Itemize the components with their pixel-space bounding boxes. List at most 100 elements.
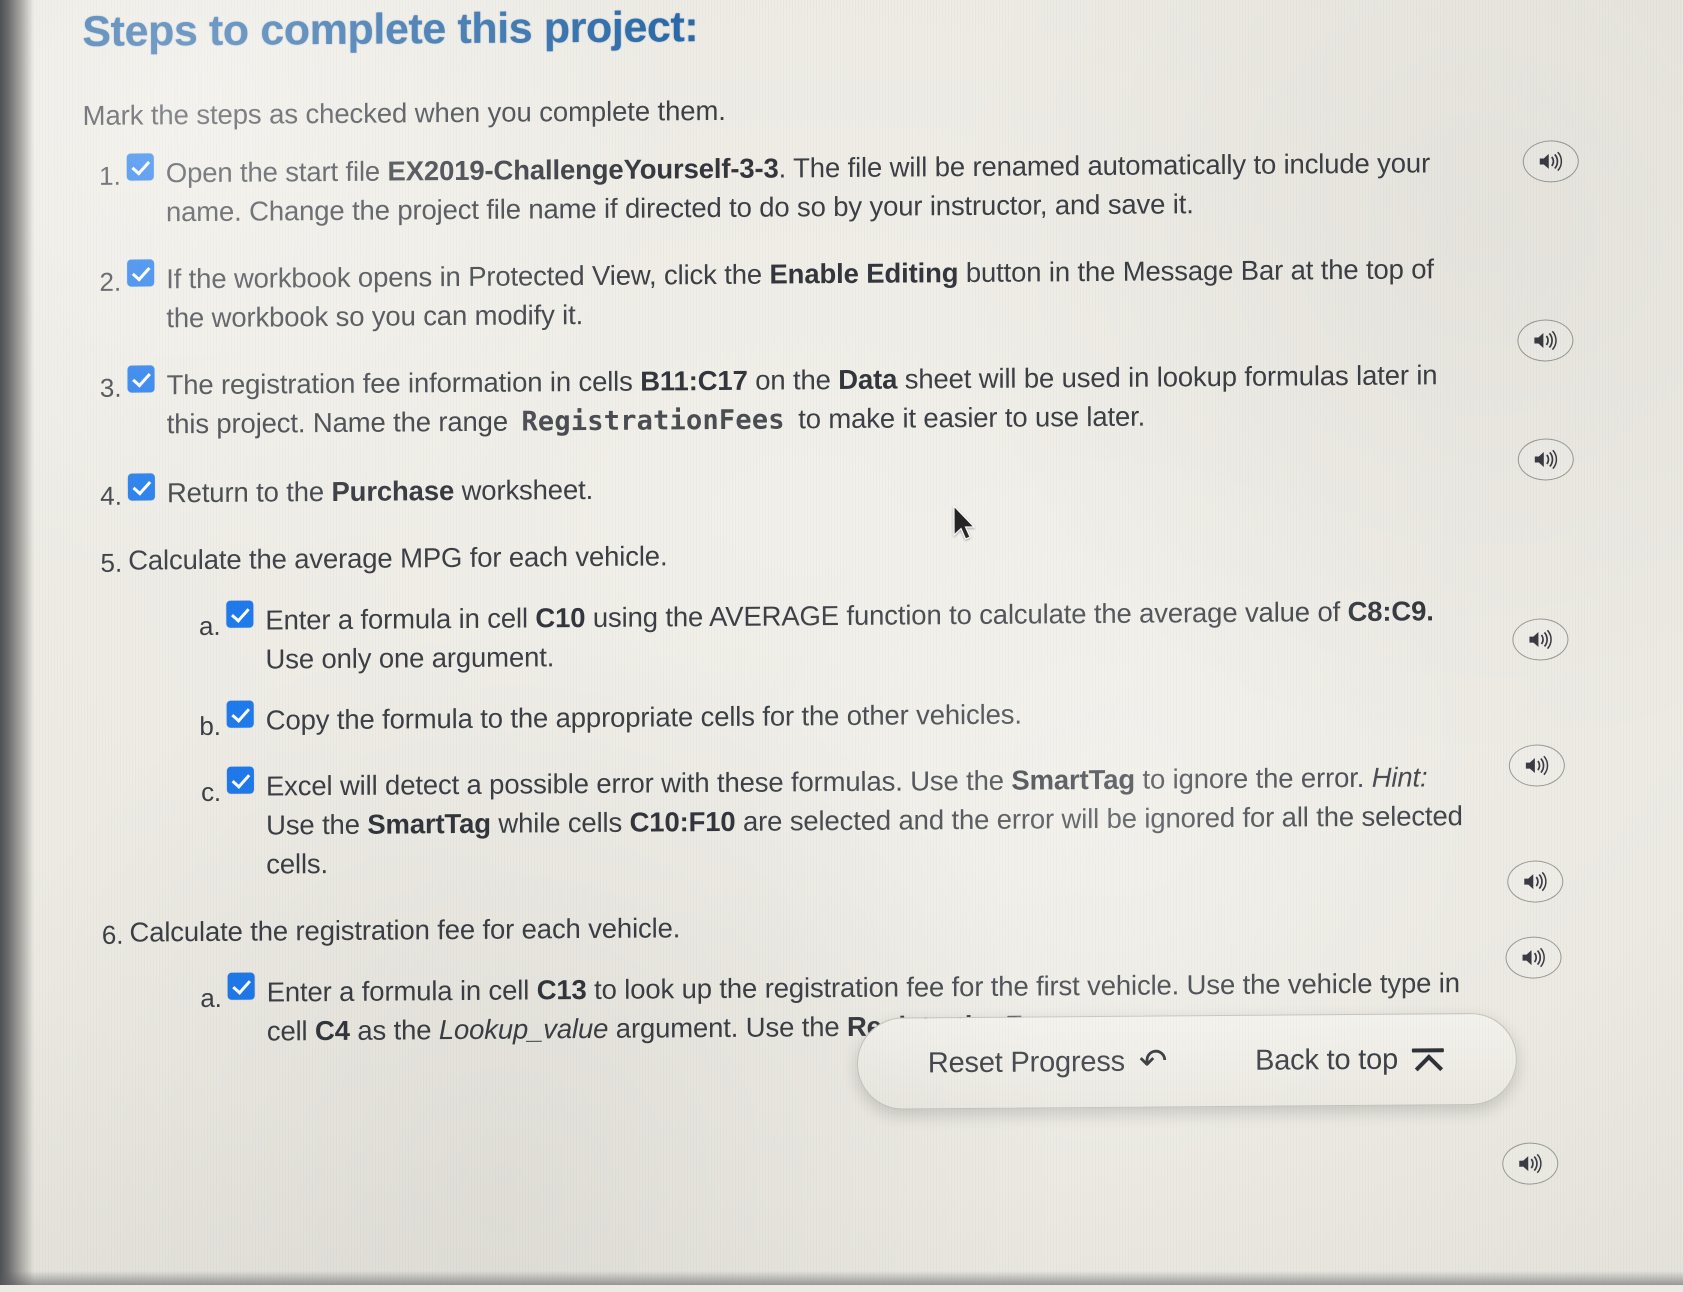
emphasis-italic: Lookup_value xyxy=(438,1012,609,1046)
text-run: Use only one argument. xyxy=(265,640,555,675)
text-run: Open the start file xyxy=(165,155,388,189)
substep-letter: a. xyxy=(200,982,222,1013)
text-run: Excel will detect a possible error with … xyxy=(265,764,1012,802)
page-title: Steps to complete this project: xyxy=(82,3,699,56)
read-aloud-speaker-button[interactable] xyxy=(1507,860,1564,903)
step-checkbox-checked[interactable] xyxy=(226,700,254,728)
step-text: Return to the Purchase worksheet. xyxy=(167,463,1474,512)
text-run: using the AVERAGE function to calculate … xyxy=(585,595,1348,633)
back-to-top-button[interactable]: Back to top xyxy=(1255,1043,1446,1077)
step-item: 5. Calculate the average MPG for each veh… xyxy=(84,530,1475,885)
speaker-icon xyxy=(1519,946,1549,968)
reset-progress-label: Reset Progress xyxy=(927,1045,1125,1079)
text-run: Calculate the average MPG for each vehic… xyxy=(128,539,668,576)
text-run: Use the xyxy=(266,808,368,841)
text-run: Return to the xyxy=(166,475,332,508)
step-body: If the workbook opens in Protected View,… xyxy=(127,249,1473,338)
text-run: on the xyxy=(747,364,839,396)
step-item: 1. Open the start file EX2019-ChallengeYo… xyxy=(83,143,1473,232)
speaker-icon xyxy=(1536,150,1566,172)
range-name-code: RegistrationFees xyxy=(521,404,785,438)
text-run: to make it easier to use later. xyxy=(790,400,1146,435)
substep-body: Enter a formula in cell C10 using the AV… xyxy=(226,591,1474,679)
step-body: Return to the Purchase worksheet. xyxy=(127,463,1474,513)
text-run: worksheet. xyxy=(454,473,594,506)
speaker-icon xyxy=(1530,329,1560,351)
step-checkbox-checked[interactable] xyxy=(126,153,154,181)
step-checkbox-checked[interactable] xyxy=(127,365,155,393)
undo-arrow-icon: ↶ xyxy=(1138,1042,1168,1081)
up-arrow-to-line-icon xyxy=(1412,1046,1446,1072)
read-aloud-speaker-button[interactable] xyxy=(1502,1142,1559,1185)
substep-text: Excel will detect a possible error with … xyxy=(266,757,1475,884)
read-aloud-speaker-button[interactable] xyxy=(1517,319,1574,362)
emphasis-bold: B11:C17 xyxy=(640,364,748,397)
read-aloud-speaker-button[interactable] xyxy=(1508,744,1565,787)
step-checkbox-checked[interactable] xyxy=(127,472,155,501)
text-run: argument. Use the xyxy=(608,1010,847,1044)
substep-item: c. Excel will detect a possible error wit… xyxy=(191,757,1475,884)
step-body: The registration fee information in cell… xyxy=(127,355,1473,445)
substep-text-row: Copy the formula to the appropriate cell… xyxy=(226,691,1475,740)
substep-body: Copy the formula to the appropriate cell… xyxy=(226,691,1475,740)
text-run: Enter a formula in cell xyxy=(265,602,536,636)
step-text: Calculate the average MPG for each vehic… xyxy=(128,530,1474,580)
text-run: The registration fee information in cell… xyxy=(166,365,641,401)
substep-text-row: Excel will detect a possible error with … xyxy=(226,757,1475,884)
step-text-row: Calculate the registration fee for each … xyxy=(129,902,1475,952)
step-item: 2. If the workbook opens in Protected Vie… xyxy=(83,249,1473,338)
step-number: 2. xyxy=(99,266,122,297)
step-text: Calculate the registration fee for each … xyxy=(129,902,1475,952)
substep-text: Copy the formula to the appropriate cell… xyxy=(266,691,1475,740)
emphasis-bold: SmartTag xyxy=(1011,763,1136,796)
steps-list: 1. Open the start file EX2019-ChallengeYo… xyxy=(83,143,1476,1080)
step-checkbox-checked[interactable] xyxy=(226,766,254,794)
emphasis-bold: C4 xyxy=(314,1014,350,1047)
substep-text-row: Enter a formula in cell C10 using the AV… xyxy=(226,591,1474,679)
step-number: 1. xyxy=(99,160,121,191)
emphasis-bold: C10:F10 xyxy=(629,805,736,838)
emphasis-bold: Enable Editing xyxy=(769,257,959,290)
text-run: Copy the formula to the appropriate cell… xyxy=(265,698,1022,736)
substep-body: Excel will detect a possible error with … xyxy=(226,757,1475,884)
substep-letter: c. xyxy=(200,776,222,807)
substep-text: Enter a formula in cell C10 using the AV… xyxy=(265,591,1474,679)
emphasis-bold: C10 xyxy=(535,601,586,634)
step-body: Open the start file EX2019-ChallengeYour… xyxy=(126,143,1473,232)
floating-action-bar: Reset Progress ↶ Back to top xyxy=(856,1012,1518,1110)
step-text: Open the start file EX2019-ChallengeYour… xyxy=(166,143,1473,231)
speaker-icon xyxy=(1525,628,1555,650)
emphasis-bold: Purchase xyxy=(331,474,455,507)
step-text-row: Return to the Purchase worksheet. xyxy=(127,463,1474,513)
read-aloud-speaker-button[interactable] xyxy=(1505,936,1562,979)
step-body: Calculate the average MPG for each vehic… xyxy=(128,530,1475,885)
step-text-row: Open the start file EX2019-ChallengeYour… xyxy=(126,143,1473,232)
step-text-row: If the workbook opens in Protected View,… xyxy=(127,249,1473,338)
emphasis-bold: EX2019-ChallengeYourself-3-3 xyxy=(387,152,779,187)
read-aloud-speaker-button[interactable] xyxy=(1512,618,1569,661)
text-run: while cells xyxy=(490,806,630,839)
text-run: to ignore the error. xyxy=(1134,761,1372,795)
emphasis-bold: SmartTag xyxy=(367,807,491,840)
step-number: 3. xyxy=(99,372,122,404)
text-run: Enter a formula in cell xyxy=(266,974,537,1008)
emphasis-bold: Data xyxy=(838,363,898,396)
step-text-row: The registration fee information in cell… xyxy=(127,355,1473,445)
emphasis-bold: C13 xyxy=(536,973,587,1006)
read-aloud-speaker-button[interactable] xyxy=(1517,438,1574,481)
speaker-icon xyxy=(1531,448,1561,470)
step-checkbox-checked[interactable] xyxy=(127,259,155,287)
step-checkbox-checked[interactable] xyxy=(226,600,254,628)
read-aloud-speaker-button[interactable] xyxy=(1522,140,1579,183)
substep-letter: b. xyxy=(199,710,221,741)
substep-letter: a. xyxy=(198,610,221,641)
substep-item: a. Enter a formula in cell C10 using the … xyxy=(190,591,1474,679)
reset-progress-button[interactable]: Reset Progress ↶ xyxy=(927,1042,1168,1081)
page-content: Steps to complete this project: Mark the… xyxy=(0,0,1683,1292)
step-text: The registration fee information in cell… xyxy=(166,355,1473,445)
substep-item: b. Copy the formula to the appropriate ce… xyxy=(191,691,1475,745)
step-checkbox-checked[interactable] xyxy=(227,972,255,1000)
text-run: If the workbook opens in Protected View,… xyxy=(166,258,770,295)
back-to-top-label: Back to top xyxy=(1255,1043,1399,1077)
emphasis-bold: C8:C9. xyxy=(1347,595,1434,627)
